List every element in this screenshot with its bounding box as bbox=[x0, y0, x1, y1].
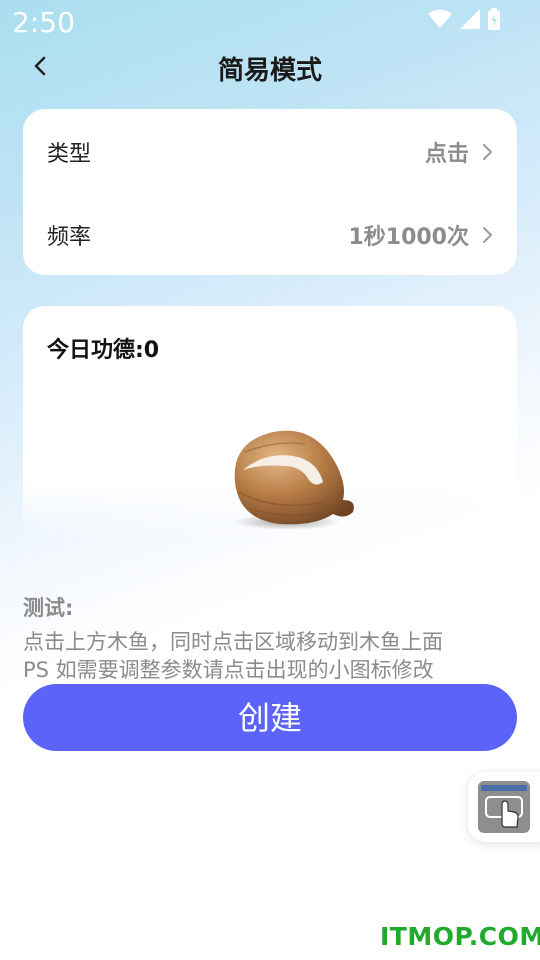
merit-card: 今日功德:0 bbox=[23, 306, 517, 540]
wifi-icon bbox=[428, 9, 452, 28]
settings-row-type[interactable]: 类型 点击 bbox=[23, 122, 517, 182]
status-icons bbox=[428, 8, 500, 30]
row-label: 类型 bbox=[47, 142, 92, 167]
create-button[interactable]: 创建 bbox=[23, 684, 517, 751]
row-label: 频率 bbox=[47, 225, 92, 250]
wooden-fish-icon[interactable] bbox=[225, 422, 361, 534]
settings-card: 类型 点击 频率 1秒1000次 bbox=[23, 109, 517, 275]
row-value: 点击 bbox=[424, 142, 469, 167]
tap-hand-icon bbox=[481, 785, 527, 828]
nav-bar: 简易模式 bbox=[0, 44, 540, 90]
test-instruction-line: PS 如需要调整参数请点击出现的小图标修改 bbox=[23, 658, 434, 682]
row-value: 1秒1000次 bbox=[348, 225, 469, 250]
status-bar: 2:50 bbox=[0, 0, 540, 44]
chevron-right-icon bbox=[483, 144, 492, 160]
test-instruction-line: 点击上方木鱼，同时点击区域移动到木鱼上面 bbox=[23, 630, 443, 654]
watermark: ITMOP.COM bbox=[380, 922, 540, 951]
status-time: 2:50 bbox=[12, 6, 75, 39]
signal-icon bbox=[460, 9, 480, 29]
merit-counter: 今日功德:0 bbox=[47, 338, 160, 363]
floating-tap-tool-button[interactable] bbox=[478, 781, 530, 833]
floating-tool-dock bbox=[468, 772, 540, 842]
battery-icon bbox=[488, 8, 500, 30]
page-title: 简易模式 bbox=[217, 56, 322, 86]
test-heading: 测试: bbox=[23, 596, 74, 620]
settings-row-frequency[interactable]: 频率 1秒1000次 bbox=[23, 205, 517, 265]
chevron-right-icon bbox=[483, 227, 492, 243]
